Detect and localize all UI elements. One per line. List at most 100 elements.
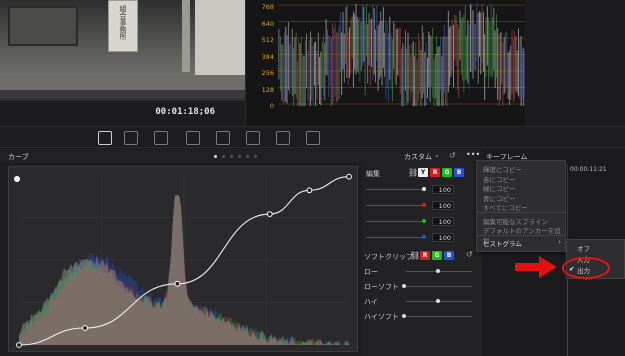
curves-title: カーブ bbox=[8, 153, 29, 161]
channel-chip-g[interactable]: G bbox=[442, 168, 452, 177]
menu-item[interactable]: 赤にコピー bbox=[483, 174, 516, 184]
edit-value-field[interactable]: 100 bbox=[432, 185, 454, 194]
video-viewer: 組合事務所 bbox=[0, 0, 245, 98]
white-point-handle[interactable] bbox=[14, 176, 20, 182]
menu-separator bbox=[477, 212, 565, 213]
curve-control-point[interactable] bbox=[16, 342, 22, 348]
softclip-slider-track[interactable] bbox=[406, 316, 472, 317]
menu-item[interactable]: 緑にコピー bbox=[483, 183, 516, 193]
softclip-slider-knob[interactable] bbox=[402, 284, 406, 288]
annotation-arrow bbox=[515, 256, 557, 278]
curve-control-point[interactable] bbox=[82, 325, 88, 331]
curve-control-point[interactable] bbox=[266, 211, 273, 217]
channel-chip-y[interactable]: Y bbox=[418, 168, 428, 177]
softclip-slider-knob[interactable] bbox=[436, 269, 440, 273]
edit-slider-knob[interactable] bbox=[422, 235, 426, 239]
softclip-slider-knob[interactable] bbox=[402, 314, 406, 318]
edit-slider-knob[interactable] bbox=[422, 219, 426, 223]
page-dot[interactable] bbox=[214, 155, 217, 158]
channel-chip-g[interactable]: G bbox=[432, 251, 442, 260]
softclip-slider-knob[interactable] bbox=[436, 299, 440, 303]
channel-chip-b[interactable]: B bbox=[444, 251, 454, 260]
tracker-icon[interactable] bbox=[186, 131, 200, 145]
3d-icon[interactable] bbox=[306, 131, 320, 145]
curve-control-point[interactable] bbox=[306, 187, 313, 194]
scope-scale-label: 640 bbox=[261, 19, 274, 28]
edit-slider-track[interactable] bbox=[366, 221, 424, 222]
page-dot[interactable] bbox=[238, 155, 241, 158]
page-dot[interactable] bbox=[222, 155, 225, 158]
scope-scale-label: 256 bbox=[261, 69, 274, 77]
softclip-row-label: ローソフト bbox=[364, 283, 399, 291]
softclip-row-label: ロー bbox=[364, 268, 378, 276]
menu-item[interactable]: すべてにコピー bbox=[483, 202, 528, 212]
blur-icon[interactable] bbox=[216, 131, 230, 145]
viewer-sign: 組合事務所 bbox=[108, 0, 138, 52]
viewer-window-shape bbox=[8, 6, 78, 46]
scope-scale-label: 0 bbox=[269, 102, 274, 110]
edit-slider-knob[interactable] bbox=[422, 203, 426, 207]
page-dots[interactable] bbox=[214, 155, 262, 158]
viewer-timebar[interactable]: 00:01:18;06 bbox=[0, 98, 245, 126]
curves-icon[interactable] bbox=[98, 131, 112, 145]
curve-editor[interactable] bbox=[8, 166, 358, 352]
menu-item[interactable]: 編集可能なスプライン bbox=[483, 216, 548, 226]
viewer-timecode: 00:01:18;06 bbox=[155, 107, 215, 117]
channel-chip-b[interactable]: B bbox=[454, 168, 464, 177]
edit-value-field[interactable]: 100 bbox=[432, 201, 454, 210]
viewer-pole bbox=[182, 0, 190, 72]
viewer-ground bbox=[0, 75, 245, 90]
edit-slider-track[interactable] bbox=[366, 237, 424, 238]
edit-value-field[interactable]: 100 bbox=[432, 217, 454, 226]
window-icon[interactable] bbox=[154, 131, 168, 145]
waveform-scope: 768 640 512 384 256 128 0 bbox=[245, 0, 526, 126]
edit-value-field[interactable]: 100 bbox=[432, 233, 454, 242]
curve-mode-select[interactable]: カスタム bbox=[404, 152, 432, 162]
annotation-ellipse bbox=[562, 257, 610, 279]
viewer-sign-text: 組合事務所 bbox=[119, 5, 127, 40]
curves-header: カーブ カスタム ⌄ ↺ ••• bbox=[0, 149, 482, 163]
channel-chip-r[interactable]: R bbox=[420, 251, 430, 260]
submenu-arrow-icon: › bbox=[558, 238, 561, 246]
scope-side-panel bbox=[525, 0, 625, 126]
chevron-down-icon[interactable]: ⌄ bbox=[434, 151, 440, 159]
scrub-line[interactable] bbox=[0, 99, 245, 101]
context-menu: 輝度にコピー 赤にコピー 緑にコピー 青にコピー すべてにコピー 編集可能なスプライン デフ… bbox=[476, 160, 566, 252]
viewer-wall bbox=[195, 0, 245, 80]
more-options-icon[interactable]: ••• bbox=[466, 150, 480, 159]
scope-scale-label: 128 bbox=[261, 85, 274, 94]
scope-scale-label: 384 bbox=[261, 52, 274, 61]
curve-graph[interactable] bbox=[9, 167, 359, 353]
softclip-reset-icon[interactable]: ↺ bbox=[466, 250, 473, 259]
softclip-slider-track[interactable] bbox=[406, 286, 472, 287]
link-icon[interactable]: ⛓ bbox=[410, 251, 420, 260]
page-dot[interactable] bbox=[230, 155, 233, 158]
softclip-row-label: ハイソフト bbox=[364, 313, 399, 321]
edit-slider-track[interactable] bbox=[366, 189, 424, 190]
menu-item[interactable]: 輝度にコピー bbox=[483, 164, 522, 174]
menu-item[interactable]: ヒストグラム bbox=[483, 238, 522, 248]
reset-icon[interactable]: ↺ bbox=[449, 151, 456, 160]
key-icon[interactable] bbox=[246, 131, 260, 145]
page-dot[interactable] bbox=[254, 155, 257, 158]
scope-scale-label: 768 bbox=[261, 3, 274, 11]
softclip-label: ソフトクリップ bbox=[364, 253, 413, 261]
waveform-plot bbox=[278, 4, 526, 106]
qualifier-icon[interactable] bbox=[124, 131, 138, 145]
sizing-icon[interactable] bbox=[276, 131, 290, 145]
softclip-row-label: ハイ bbox=[364, 298, 378, 306]
menu-separator bbox=[477, 235, 565, 236]
curve-control-point[interactable] bbox=[346, 173, 352, 180]
palette-toolbar bbox=[0, 126, 625, 148]
curve-side-controls: 編集 ⛓ ソフトクリップ ⛓ ↺ Y R G B R G B 100 100 100 100 ロー ロー… bbox=[362, 163, 482, 356]
submenu-item[interactable]: オフ bbox=[577, 243, 590, 253]
channel-chip-r[interactable]: R bbox=[430, 168, 440, 177]
keyframe-timecode: 00:00:11:21 bbox=[570, 166, 607, 173]
page-dot[interactable] bbox=[246, 155, 249, 158]
menu-item[interactable]: 青にコピー bbox=[483, 193, 516, 203]
edit-label: 編集 bbox=[366, 170, 380, 178]
edit-slider-track[interactable] bbox=[366, 205, 424, 206]
link-icon[interactable]: ⛓ bbox=[408, 168, 418, 177]
curve-control-point[interactable] bbox=[174, 280, 181, 287]
edit-slider-knob[interactable] bbox=[422, 187, 426, 191]
